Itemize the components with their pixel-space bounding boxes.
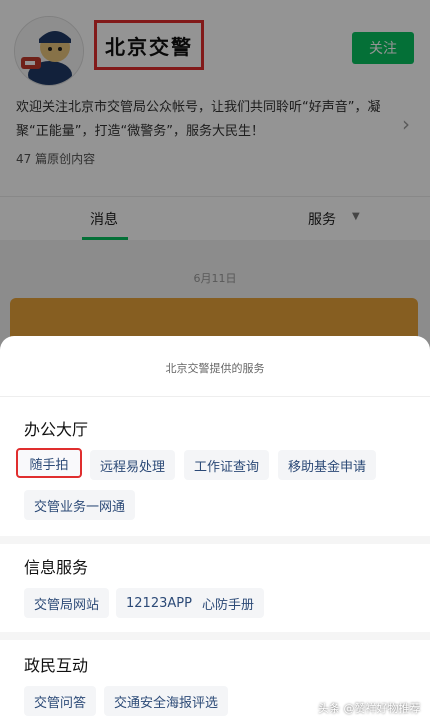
service-work-cert-query[interactable]: 工作证查询 (184, 450, 270, 480)
divider (0, 396, 430, 397)
source-watermark: 头条 @赞祥好物推荐 (318, 702, 421, 715)
section-divider (0, 536, 430, 544)
service-bureau-website[interactable]: 交管局网站 (24, 588, 110, 618)
services-sheet: 北京交警提供的服务 办公大厅 随手拍 远程易处理 工作证查询 移助基金申请 交管… (0, 336, 430, 724)
service-snap-report[interactable]: 随手拍 (16, 448, 82, 478)
service-safety-poster-contest[interactable]: 交通安全海报评选 (104, 686, 229, 716)
service-one-stop-portal[interactable]: 交管业务一网通 (24, 490, 136, 520)
service-qa[interactable]: 交管问答 (24, 686, 97, 716)
service-prevention-handbook[interactable]: 心防手册 (192, 588, 265, 618)
section-title-office-hall: 办公大厅 (24, 420, 89, 439)
section-divider (0, 632, 430, 640)
service-remote-handling[interactable]: 远程易处理 (90, 450, 176, 480)
sheet-title: 北京交警提供的服务 (165, 362, 265, 375)
service-aid-fund-application[interactable]: 移助基金申请 (278, 450, 377, 480)
section-title-public-interaction: 政民互动 (24, 656, 89, 675)
service-12123-app[interactable]: 12123APP (116, 588, 202, 618)
section-title-info-services: 信息服务 (24, 558, 89, 577)
